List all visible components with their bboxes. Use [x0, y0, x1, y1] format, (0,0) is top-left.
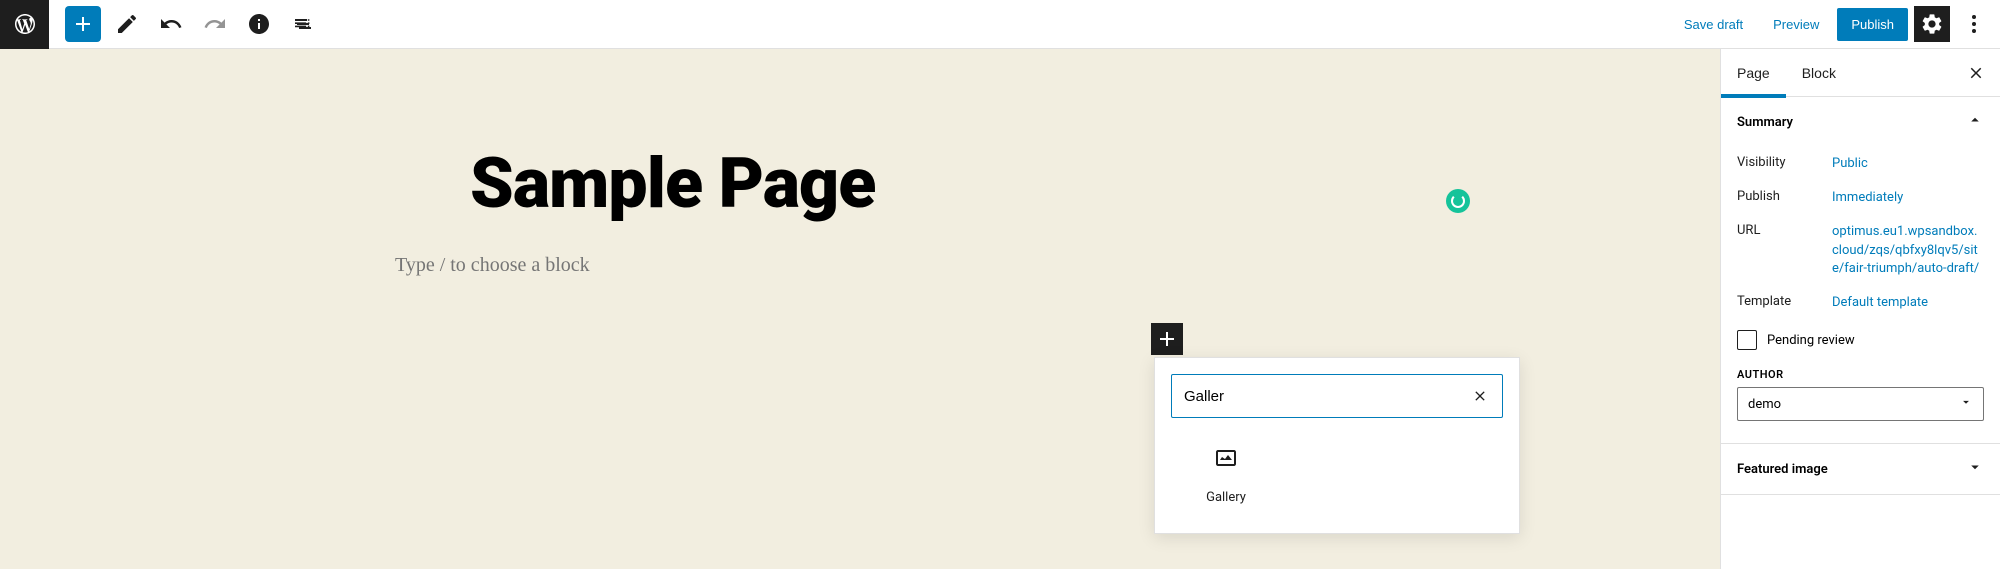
summary-title: Summary [1737, 115, 1793, 130]
block-result-label: Gallery [1206, 490, 1246, 505]
publish-button[interactable]: Publish [1837, 8, 1908, 41]
wordpress-logo[interactable] [0, 0, 49, 49]
publish-label: Publish [1737, 189, 1832, 204]
publish-value[interactable]: Immediately [1832, 189, 1984, 207]
template-value[interactable]: Default template [1832, 294, 1984, 312]
page-title[interactable]: Sample Page [470, 149, 1250, 219]
block-search-container [1171, 374, 1503, 418]
block-inserter-popover: Gallery [1154, 357, 1520, 534]
info-button[interactable] [241, 6, 277, 42]
author-value: demo [1748, 397, 1781, 412]
block-search-input[interactable] [1184, 388, 1470, 405]
pending-review-checkbox[interactable] [1737, 330, 1757, 350]
undo-button[interactable] [153, 6, 189, 42]
url-value[interactable]: optimus.eu1.wpsandbox.cloud/zqs/qbfxy8lq… [1832, 223, 1984, 278]
redo-button[interactable] [197, 6, 233, 42]
author-select[interactable]: demo [1737, 387, 1984, 421]
block-result-gallery[interactable]: Gallery [1171, 434, 1281, 517]
url-label: URL [1737, 223, 1832, 238]
close-sidebar-button[interactable] [1956, 53, 1996, 93]
featured-image-section[interactable]: Featured image [1721, 444, 2000, 494]
chevron-down-icon [1959, 395, 1973, 413]
visibility-value[interactable]: Public [1832, 155, 1984, 173]
summary-section-header[interactable]: Summary [1721, 97, 2000, 147]
block-inserter-button[interactable] [1151, 323, 1183, 355]
chevron-up-icon [1966, 111, 1984, 133]
list-view-button[interactable] [285, 6, 321, 42]
author-heading: AUTHOR [1737, 360, 1984, 387]
edit-tool-button[interactable] [109, 6, 145, 42]
visibility-label: Visibility [1737, 155, 1832, 170]
block-placeholder[interactable]: Type / to choose a block [395, 254, 1250, 277]
preview-button[interactable]: Preview [1761, 9, 1831, 40]
clear-search-button[interactable] [1470, 386, 1490, 406]
grammarly-icon[interactable] [1446, 189, 1470, 213]
tab-page[interactable]: Page [1721, 49, 1786, 97]
add-block-button[interactable] [65, 6, 101, 42]
chevron-down-icon [1966, 458, 1984, 480]
gallery-icon [1214, 446, 1238, 474]
template-label: Template [1737, 294, 1832, 309]
save-draft-button[interactable]: Save draft [1672, 9, 1755, 40]
featured-image-label: Featured image [1737, 462, 1828, 477]
tab-block[interactable]: Block [1786, 49, 1852, 97]
pending-review-label: Pending review [1767, 333, 1855, 348]
more-options-button[interactable] [1956, 6, 1992, 42]
settings-button[interactable] [1914, 6, 1950, 42]
